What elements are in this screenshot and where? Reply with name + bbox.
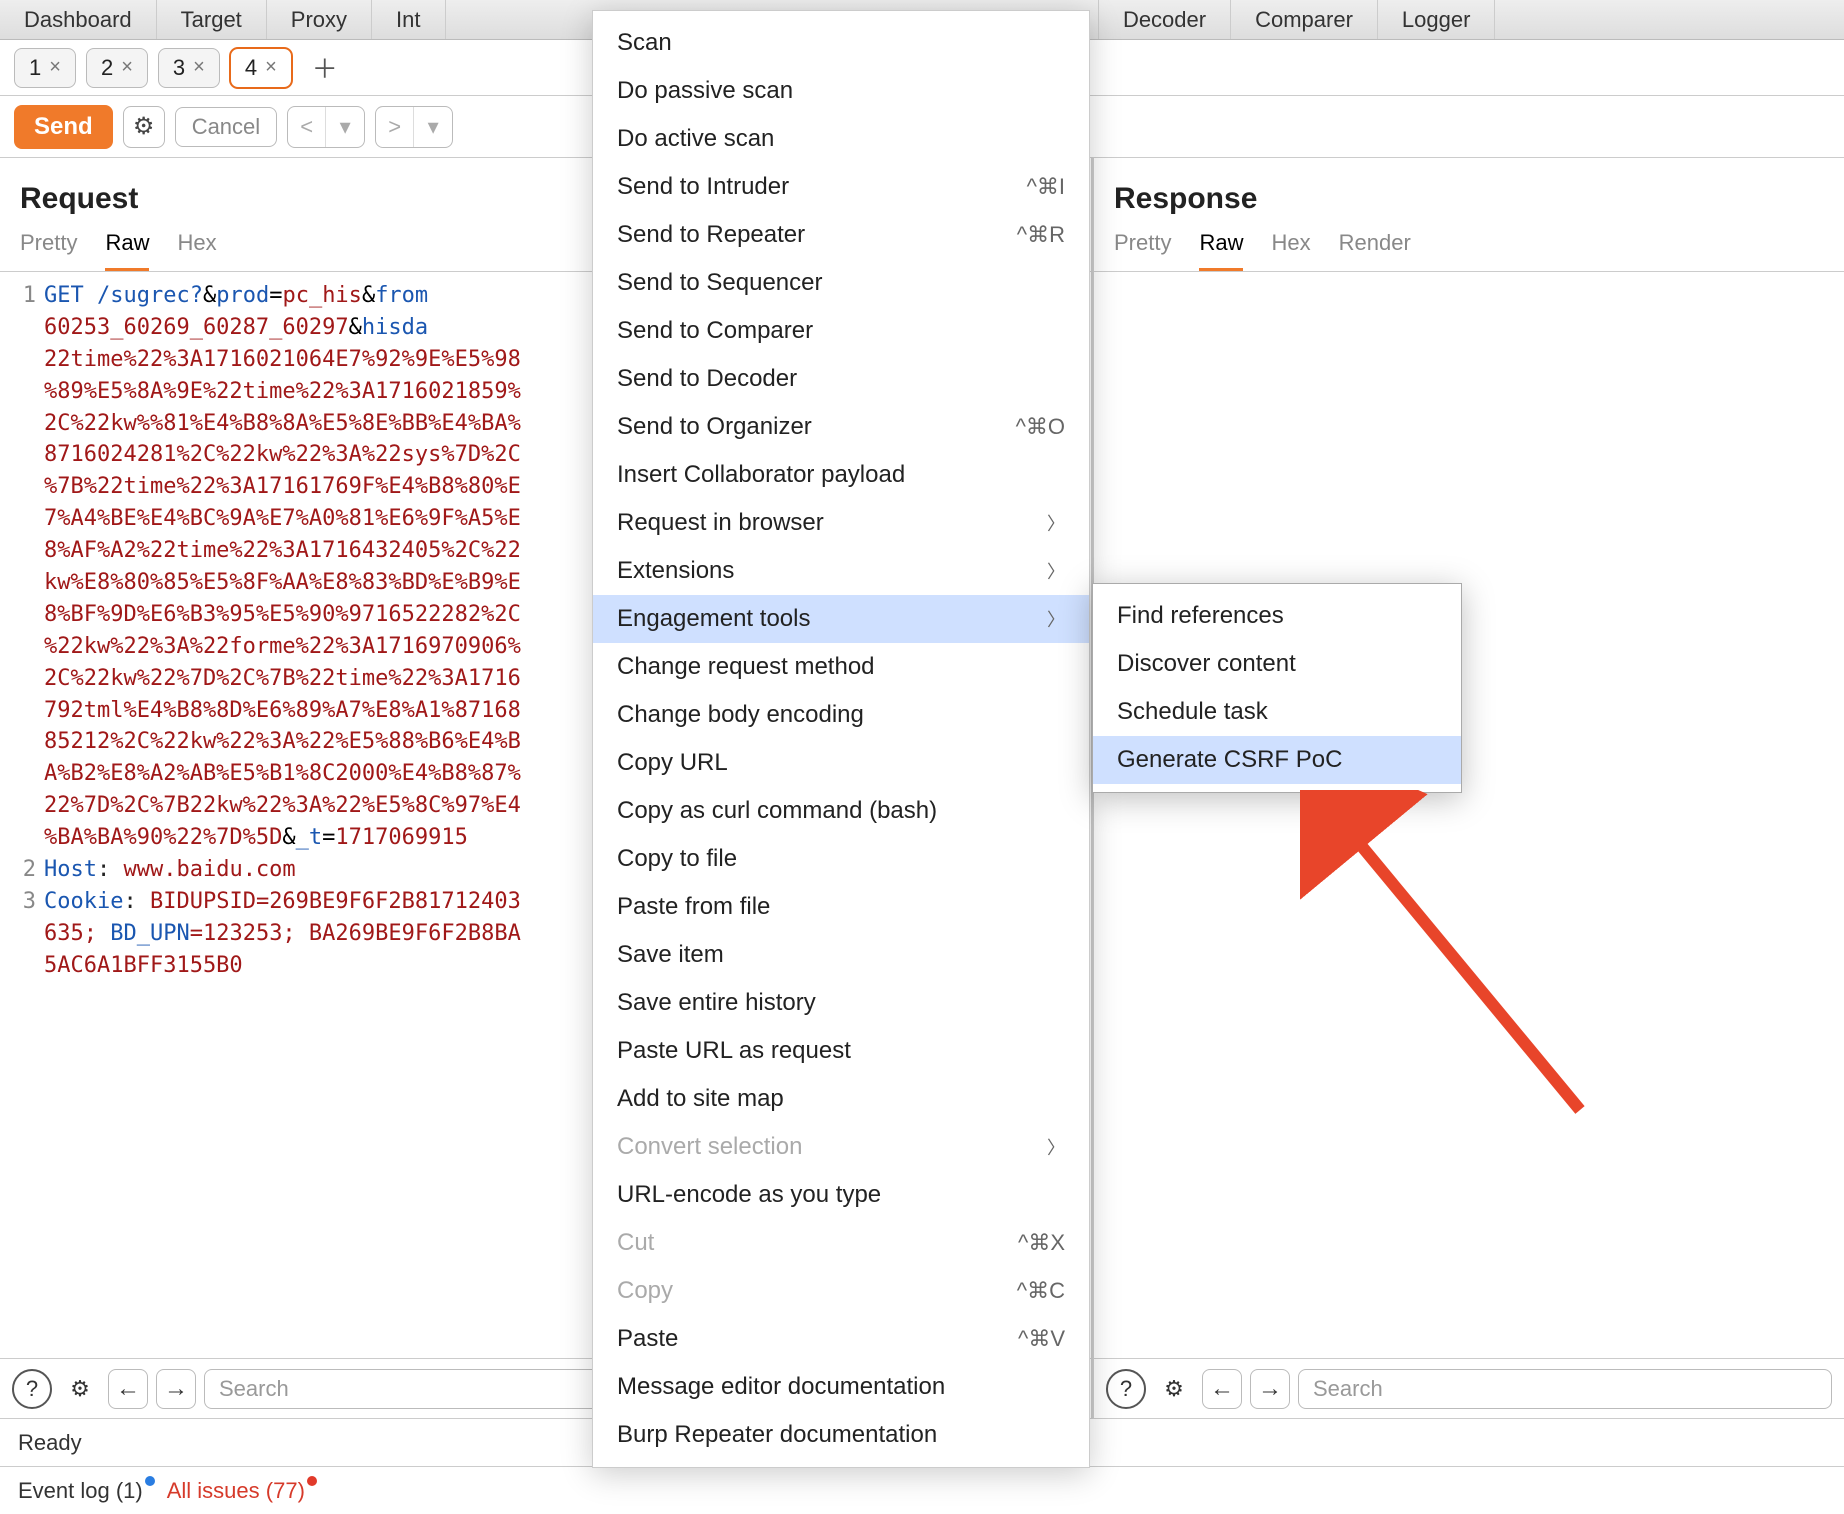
ctx-copy-as-curl-command-bash-[interactable]: Copy as curl command (bash) xyxy=(593,787,1089,835)
gear-icon[interactable]: ⚙ xyxy=(60,1369,100,1409)
tab-target[interactable]: Target xyxy=(157,0,267,39)
response-footer: ? ⚙ ← → Search xyxy=(1094,1358,1844,1418)
tab-comparer[interactable]: Comparer xyxy=(1231,0,1378,39)
request-subtab-hex[interactable]: Hex xyxy=(177,230,216,271)
history-back-group: < ▾ xyxy=(287,106,365,148)
engagement-tools-submenu: Find referencesDiscover contentSchedule … xyxy=(1092,583,1462,793)
tab-decoder[interactable]: Decoder xyxy=(1099,0,1231,39)
response-subtab-hex[interactable]: Hex xyxy=(1271,230,1310,271)
ctx-paste-url-as-request[interactable]: Paste URL as request xyxy=(593,1027,1089,1075)
all-issues-link[interactable]: All issues (77) xyxy=(167,1478,305,1504)
ctx-copy-to-file[interactable]: Copy to file xyxy=(593,835,1089,883)
tab-intruder[interactable]: Int xyxy=(372,0,445,39)
repeater-tab-3-label: 3 xyxy=(173,55,185,81)
ctx-send-to-organizer[interactable]: Send to Organizer^⌘O xyxy=(593,403,1089,451)
bottom-bar: Event log (1) All issues (77) xyxy=(0,1466,1844,1514)
ctx-message-editor-documentation[interactable]: Message editor documentation xyxy=(593,1363,1089,1411)
gear-icon[interactable]: ⚙ xyxy=(123,106,165,148)
ctx-engagement-tools[interactable]: Engagement tools〉 xyxy=(593,595,1089,643)
repeater-tab-1-label: 1 xyxy=(29,55,41,81)
response-title: Response xyxy=(1094,158,1844,230)
ctx-url-encode-as-you-type[interactable]: URL-encode as you type xyxy=(593,1171,1089,1219)
ctx-insert-collaborator-payload[interactable]: Insert Collaborator payload xyxy=(593,451,1089,499)
ctx-request-in-browser[interactable]: Request in browser〉 xyxy=(593,499,1089,547)
ctx-cut: Cut^⌘X xyxy=(593,1219,1089,1267)
ctx-change-body-encoding[interactable]: Change body encoding xyxy=(593,691,1089,739)
ctx-copy: Copy^⌘C xyxy=(593,1267,1089,1315)
ctx-send-to-comparer[interactable]: Send to Comparer xyxy=(593,307,1089,355)
history-fwd-group: > ▾ xyxy=(375,106,453,148)
ctx-scan[interactable]: Scan xyxy=(593,19,1089,67)
repeater-tab-4[interactable]: 4× xyxy=(230,48,292,88)
ctx-do-active-scan[interactable]: Do active scan xyxy=(593,115,1089,163)
prev-match-button[interactable]: ← xyxy=(108,1369,148,1409)
response-search-input[interactable]: Search xyxy=(1298,1369,1832,1409)
event-log-badge-icon xyxy=(145,1476,155,1486)
ctx-paste[interactable]: Paste^⌘V xyxy=(593,1315,1089,1363)
prev-match-button[interactable]: ← xyxy=(1202,1369,1242,1409)
history-back-button[interactable]: < xyxy=(288,107,326,147)
next-match-button[interactable]: → xyxy=(1250,1369,1290,1409)
submenu-schedule-task[interactable]: Schedule task xyxy=(1093,688,1461,736)
cancel-button[interactable]: Cancel xyxy=(175,107,277,147)
tab-dashboard[interactable]: Dashboard xyxy=(0,0,157,39)
ctx-change-request-method[interactable]: Change request method xyxy=(593,643,1089,691)
response-editor[interactable] xyxy=(1094,272,1844,1358)
repeater-tab-4-label: 4 xyxy=(245,55,257,81)
repeater-tab-2-label: 2 xyxy=(101,55,113,81)
close-icon[interactable]: × xyxy=(265,56,277,79)
all-issues-label: All issues (77) xyxy=(167,1478,305,1503)
ctx-save-entire-history[interactable]: Save entire history xyxy=(593,979,1089,1027)
ctx-burp-repeater-documentation[interactable]: Burp Repeater documentation xyxy=(593,1411,1089,1459)
ctx-send-to-repeater[interactable]: Send to Repeater^⌘R xyxy=(593,211,1089,259)
ctx-send-to-intruder[interactable]: Send to Intruder^⌘I xyxy=(593,163,1089,211)
ctx-do-passive-scan[interactable]: Do passive scan xyxy=(593,67,1089,115)
add-tab-button[interactable]: ＋ xyxy=(302,49,348,86)
ctx-add-to-site-map[interactable]: Add to site map xyxy=(593,1075,1089,1123)
history-back-dropdown[interactable]: ▾ xyxy=(326,107,364,147)
send-button[interactable]: Send xyxy=(14,105,113,149)
ctx-extensions[interactable]: Extensions〉 xyxy=(593,547,1089,595)
help-icon[interactable]: ? xyxy=(12,1369,52,1409)
issues-badge-icon xyxy=(307,1476,317,1486)
next-match-button[interactable]: → xyxy=(156,1369,196,1409)
ctx-send-to-decoder[interactable]: Send to Decoder xyxy=(593,355,1089,403)
request-subtab-pretty[interactable]: Pretty xyxy=(20,230,77,271)
event-log-label: Event log (1) xyxy=(18,1478,143,1503)
submenu-discover-content[interactable]: Discover content xyxy=(1093,640,1461,688)
gear-icon[interactable]: ⚙ xyxy=(1154,1369,1194,1409)
ctx-paste-from-file[interactable]: Paste from file xyxy=(593,883,1089,931)
close-icon[interactable]: × xyxy=(49,56,61,79)
event-log-link[interactable]: Event log (1) xyxy=(18,1478,143,1504)
repeater-tab-1[interactable]: 1× xyxy=(14,48,76,88)
close-icon[interactable]: × xyxy=(193,56,205,79)
tab-proxy[interactable]: Proxy xyxy=(267,0,372,39)
repeater-tab-3[interactable]: 3× xyxy=(158,48,220,88)
repeater-tab-2[interactable]: 2× xyxy=(86,48,148,88)
ctx-copy-url[interactable]: Copy URL xyxy=(593,739,1089,787)
response-subtab-pretty[interactable]: Pretty xyxy=(1114,230,1171,271)
history-forward-dropdown[interactable]: ▾ xyxy=(414,107,452,147)
history-forward-button[interactable]: > xyxy=(376,107,414,147)
ctx-convert-selection: Convert selection〉 xyxy=(593,1123,1089,1171)
submenu-generate-csrf-poc[interactable]: Generate CSRF PoC xyxy=(1093,736,1461,784)
ctx-save-item[interactable]: Save item xyxy=(593,931,1089,979)
context-menu: ScanDo passive scanDo active scanSend to… xyxy=(592,10,1090,1468)
help-icon[interactable]: ? xyxy=(1106,1369,1146,1409)
response-subtab-raw[interactable]: Raw xyxy=(1199,230,1243,271)
status-ready: Ready xyxy=(18,1430,82,1456)
response-subtab-render[interactable]: Render xyxy=(1339,230,1411,271)
request-subtab-raw[interactable]: Raw xyxy=(105,230,149,271)
tab-logger[interactable]: Logger xyxy=(1378,0,1496,39)
close-icon[interactable]: × xyxy=(121,56,133,79)
response-subtabs: Pretty Raw Hex Render xyxy=(1094,230,1844,272)
ctx-send-to-sequencer[interactable]: Send to Sequencer xyxy=(593,259,1089,307)
submenu-find-references[interactable]: Find references xyxy=(1093,592,1461,640)
